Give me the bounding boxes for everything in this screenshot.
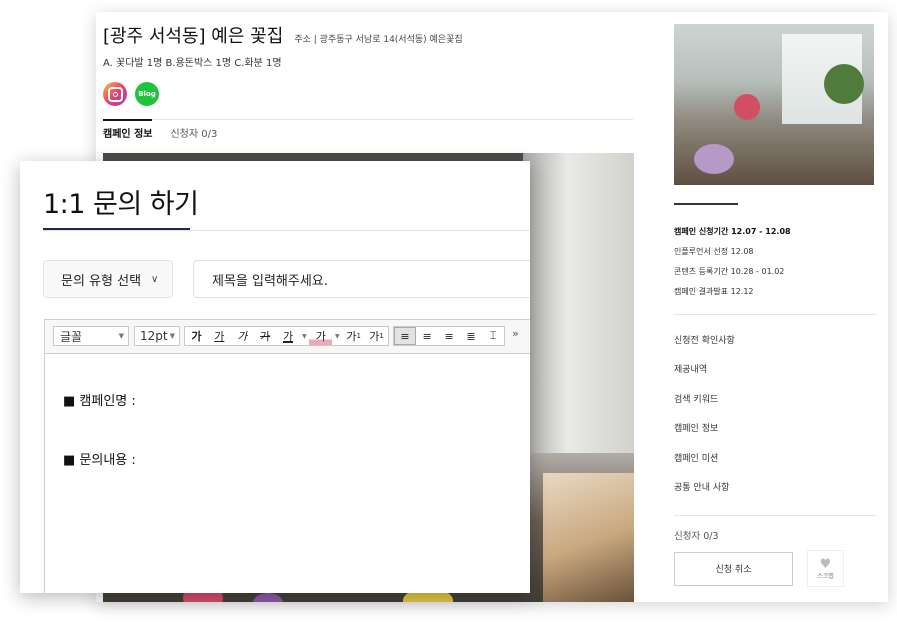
sidebar-rule bbox=[674, 203, 738, 205]
text-format-group: 가 가 가 가 가 ▼ 가 ▼ 가1 가1 bbox=[184, 326, 389, 346]
underline-button[interactable]: 가 bbox=[208, 327, 231, 345]
sidebar-item-info[interactable]: 캠페인 정보 bbox=[674, 415, 876, 444]
sidebar-actions: 신청 취소 ♥ 스크랩 bbox=[674, 550, 876, 588]
sidebar-item-notice[interactable]: 공통 안내 사항 bbox=[674, 474, 876, 503]
dropdown-arrow-icon: ▼ bbox=[169, 332, 175, 340]
superscript-glyph: 가 bbox=[346, 330, 357, 343]
font-size-value: 12pt bbox=[140, 329, 168, 343]
tab-campaign-info[interactable]: 캠페인 정보 bbox=[103, 119, 153, 140]
scrap-button[interactable]: ♥ 스크랩 bbox=[807, 550, 844, 588]
align-justify-icon[interactable]: ≣ bbox=[460, 327, 482, 345]
instagram-icon[interactable] bbox=[103, 82, 127, 106]
dropdown-arrow-icon: ▼ bbox=[118, 332, 124, 340]
align-right-icon[interactable]: ≡ bbox=[438, 327, 460, 345]
highlight-color-button[interactable]: 가 bbox=[309, 327, 333, 345]
cancel-application-button[interactable]: 신청 취소 bbox=[674, 551, 793, 586]
editor-line-content: ■ 문의내용 : bbox=[63, 453, 136, 468]
sidebar-item-keyword[interactable]: 검색 키워드 bbox=[674, 386, 876, 415]
font-family-select[interactable]: 글꼴 ▼ bbox=[53, 326, 129, 346]
sidebar-divider-2 bbox=[674, 515, 876, 517]
align-left-icon[interactable]: ≡ bbox=[394, 327, 417, 345]
superscript-button[interactable]: 가1 bbox=[342, 327, 365, 345]
sns-links: Blog bbox=[103, 82, 159, 106]
strikethrough-button[interactable]: 가 bbox=[254, 327, 277, 345]
period-apply: 캠페인 신청기간 12.07 - 12.08 bbox=[674, 227, 791, 236]
campaign-reward: A. 꽃다발 1명 B.용돈박스 1명 C.화분 1명 bbox=[103, 58, 282, 69]
sidebar-item-mission[interactable]: 캠페인 미션 bbox=[674, 445, 876, 474]
inquiry-type-value: 문의 유형 선택 bbox=[61, 273, 142, 289]
period-select: 인플루언서 선정 12.08 bbox=[674, 247, 754, 256]
align-group: ≡ ≡ ≡ ≣ ⌶ bbox=[393, 326, 505, 346]
scrap-label: 스크랩 bbox=[817, 572, 834, 580]
modal-title-underline bbox=[43, 228, 190, 230]
font-size-select[interactable]: 12pt ▼ bbox=[134, 326, 180, 346]
subscript-glyph: 가 bbox=[369, 330, 380, 343]
font-family-value: 글꼴 bbox=[60, 329, 83, 344]
applicant-count: 신청자 0/3 bbox=[674, 531, 719, 543]
dropdown-arrow-icon[interactable]: ▼ bbox=[332, 327, 342, 345]
campaign-sidebar: 캠페인 신청기간 12.07 - 12.08 인플루언서 선정 12.08 콘텐… bbox=[674, 24, 876, 588]
shop-thumbnail bbox=[674, 24, 874, 185]
subject-input[interactable]: 제목을 입력해주세요. bbox=[193, 260, 530, 298]
inquiry-modal: 1:1 문의 하기 문의 유형 선택 ∨ 제목을 입력해주세요. 글꼴 ▼ 12… bbox=[20, 161, 530, 593]
sidebar-divider bbox=[674, 314, 876, 315]
period-result: 캠페인 결과발표 12.12 bbox=[674, 287, 754, 296]
blog-icon[interactable]: Blog bbox=[135, 82, 159, 106]
rich-text-editor[interactable]: 글꼴 ▼ 12pt ▼ 가 가 가 가 가 ▼ 가 ▼ 가1 가1 ≡ ≡ ≡ … bbox=[44, 319, 530, 593]
inquiry-type-select[interactable]: 문의 유형 선택 ∨ bbox=[43, 260, 173, 298]
chevron-down-icon: ∨ bbox=[151, 273, 159, 285]
modal-title: 1:1 문의 하기 bbox=[43, 189, 199, 220]
tab-applicants[interactable]: 신청자 0/3 bbox=[170, 120, 217, 140]
heart-icon: ♥ bbox=[819, 556, 832, 572]
font-color-button[interactable]: 가 bbox=[277, 327, 300, 345]
campaign-tabs: 캠페인 정보 신청자 0/3 bbox=[103, 119, 217, 140]
campaign-title: [광주 서석동] 예은 꽃집 bbox=[103, 26, 284, 47]
campaign-period: 캠페인 신청기간 12.07 - 12.08 인플루언서 선정 12.08 콘텐… bbox=[674, 222, 876, 302]
align-center-icon[interactable]: ≡ bbox=[416, 327, 438, 345]
period-content: 콘텐츠 등록기간 10.28 - 01.02 bbox=[674, 267, 785, 276]
sidebar-item-offer[interactable]: 제공내역 bbox=[674, 356, 876, 385]
modal-title-divider bbox=[43, 230, 530, 231]
sidebar-menu: 신청전 확인사항 제공내역 검색 키워드 캠페인 정보 캠페인 미션 공통 안내… bbox=[674, 327, 876, 503]
editor-toolbar: 글꼴 ▼ 12pt ▼ 가 가 가 가 가 ▼ 가 ▼ 가1 가1 ≡ ≡ ≡ … bbox=[45, 320, 530, 354]
subscript-button[interactable]: 가1 bbox=[365, 327, 388, 345]
campaign-address: 주소 | 광주동구 서남로 14(서석동) 예은꽃집 bbox=[294, 35, 463, 45]
line-height-icon[interactable]: ⌶ bbox=[482, 327, 504, 345]
italic-button[interactable]: 가 bbox=[231, 327, 254, 345]
more-tools-icon[interactable]: » bbox=[512, 327, 519, 340]
bold-button[interactable]: 가 bbox=[185, 327, 208, 345]
sidebar-item-precheck[interactable]: 신청전 확인사항 bbox=[674, 327, 876, 356]
editor-line-campaign: ■ 캠페인명 : bbox=[63, 394, 136, 409]
campaign-title-row: [광주 서석동] 예은 꽃집 주소 | 광주동구 서남로 14(서석동) 예은꽃… bbox=[103, 22, 463, 48]
dropdown-arrow-icon[interactable]: ▼ bbox=[299, 327, 309, 345]
